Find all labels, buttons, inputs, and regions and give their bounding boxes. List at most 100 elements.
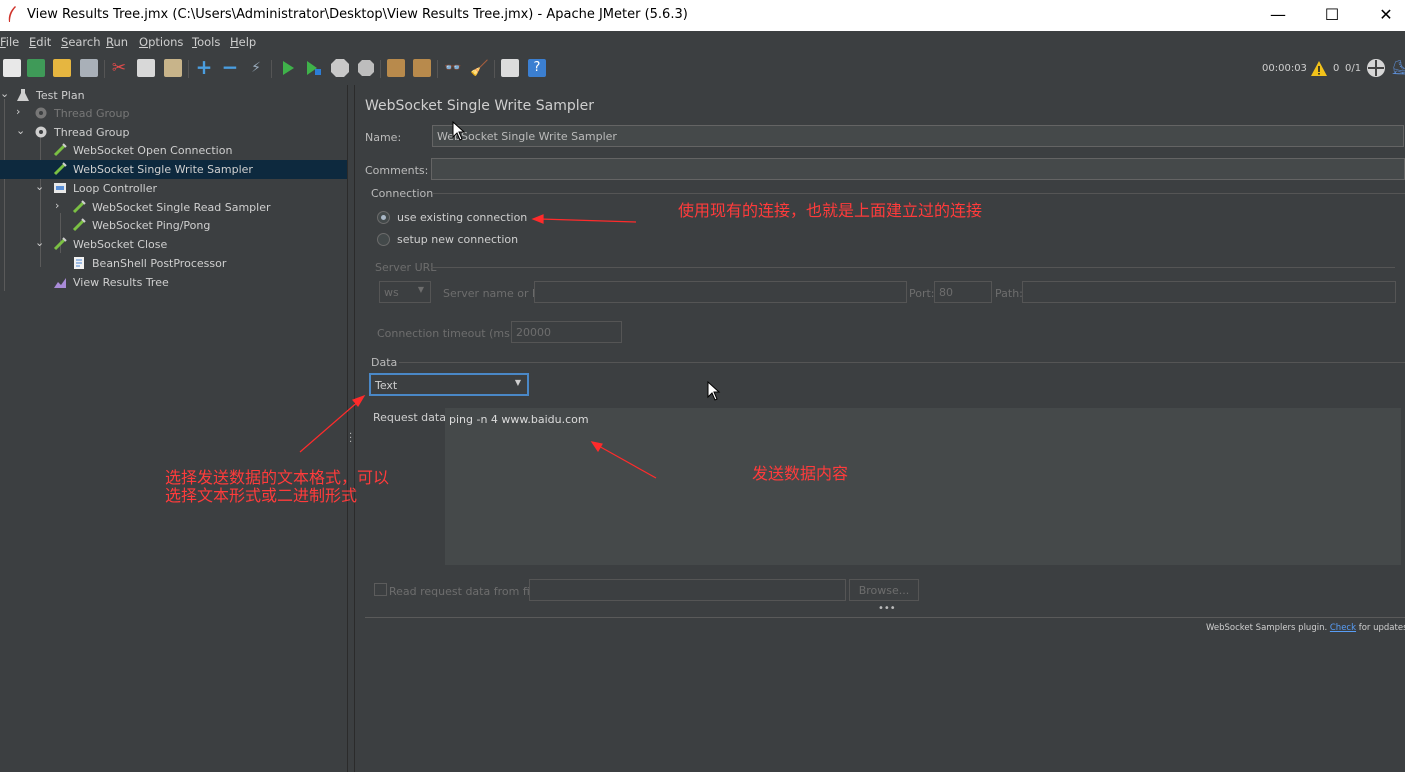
mouse-cursor-icon <box>707 381 721 401</box>
collapse-icon[interactable]: − <box>221 57 239 77</box>
tree-item-test-plan[interactable]: ⌄ Test Plan <box>0 86 347 105</box>
gear-icon <box>35 107 47 119</box>
window-title: View Results Tree.jmx (C:\Users\Administ… <box>27 7 688 22</box>
browse-button: Browse... <box>849 579 919 601</box>
sampler-panel: WebSocket Single Write Sampler Name: Web… <box>356 85 1405 772</box>
read-from-file-checkbox <box>374 583 387 596</box>
menu-help[interactable]: Help <box>230 35 256 49</box>
menu-search[interactable]: Search <box>61 35 101 49</box>
protocol-select: ws ▼ <box>379 281 431 303</box>
check-updates-link[interactable]: Check <box>1330 623 1356 633</box>
path-label: Path: <box>995 287 1023 300</box>
test-plan-icon <box>17 89 29 101</box>
pipette-icon <box>72 218 86 232</box>
jmeter-feather-icon <box>8 6 16 22</box>
tree-item-thread-group-disabled[interactable]: › Thread Group <box>0 104 347 123</box>
annotation-format-note-line1: 选择发送数据的文本格式，可以 <box>165 468 390 487</box>
templates-icon[interactable] <box>27 59 45 77</box>
menu-options[interactable]: Options <box>139 35 183 49</box>
server-url-label: Server URL <box>375 261 437 274</box>
thread-count: 0/1 <box>1345 63 1362 74</box>
pipette-icon <box>53 143 67 157</box>
server-name-label: Server name or IP: <box>443 287 546 300</box>
tree-item-view-results-tree[interactable]: View Results Tree <box>0 273 347 292</box>
gear-icon <box>35 126 47 138</box>
tree-item-loop-controller[interactable]: ⌄ Loop Controller <box>0 179 347 198</box>
tree-item-thread-group[interactable]: ⌄ Thread Group <box>0 123 347 142</box>
start-icon[interactable] <box>279 59 297 77</box>
data-type-select[interactable]: Text ▼ <box>369 373 529 396</box>
annotation-connection-note: 使用现有的连接，也就是上面建立过的连接 <box>678 201 983 220</box>
port-field: 80 <box>934 281 992 303</box>
controller-icon <box>54 183 66 193</box>
function-helper-icon[interactable] <box>501 59 519 77</box>
maximize-button[interactable]: ☐ <box>1309 0 1355 31</box>
stop-icon[interactable] <box>330 58 350 78</box>
server-name-field <box>534 281 907 303</box>
toolbar: ✂ + − ⚡ 👓 🧹 ? 00:00:03 0 0/1 ⛸ <box>0 53 1405 85</box>
script-icon <box>74 257 84 269</box>
menu-tools[interactable]: Tools <box>192 35 220 49</box>
comments-field[interactable] <box>431 158 1405 180</box>
mouse-cursor-icon <box>452 121 466 141</box>
cut-icon[interactable]: ✂ <box>110 59 128 77</box>
use-existing-connection-radio[interactable] <box>377 211 390 224</box>
file-path-field <box>529 579 846 601</box>
pipette-icon <box>72 200 86 214</box>
menu-run[interactable]: Run <box>106 35 128 49</box>
plugin-footer: WebSocket Samplers plugin. Check for upd… <box>1206 623 1405 633</box>
shutdown-icon[interactable] <box>357 59 375 77</box>
copy-icon[interactable] <box>137 59 155 77</box>
comments-label: Comments: <box>365 164 429 177</box>
connection-timeout-field: 20000 <box>511 321 622 343</box>
chevron-down-icon: ▼ <box>514 378 521 387</box>
pipette-icon <box>53 162 67 176</box>
clear-all-icon[interactable] <box>413 59 431 77</box>
clear-icon[interactable] <box>387 59 405 77</box>
warning-count: 0 <box>1333 63 1340 74</box>
data-section-label: Data <box>371 356 398 369</box>
chart-icon <box>54 278 66 288</box>
tree-item-websocket-single-read-sampler[interactable]: › WebSocket Single Read Sampler <box>0 198 347 217</box>
warning-icon[interactable] <box>1310 60 1328 77</box>
panel-title: WebSocket Single Write Sampler <box>365 98 594 114</box>
menu-file[interactable]: File <box>0 35 19 49</box>
setup-new-connection-radio[interactable] <box>377 233 390 246</box>
splitter[interactable]: · · · <box>347 85 355 772</box>
new-icon[interactable] <box>3 59 21 77</box>
search-icon[interactable]: 👓 <box>444 59 462 77</box>
start-no-pause-icon[interactable] <box>304 59 322 77</box>
open-icon[interactable] <box>53 59 71 77</box>
test-plan-tree: ⌄ Test Plan › Thread Group ⌄ Thread Grou… <box>0 85 347 772</box>
name-field[interactable]: WebSocket Single Write Sampler <box>432 125 1404 147</box>
tree-item-websocket-ping-pong[interactable]: WebSocket Ping/Pong <box>0 216 347 235</box>
pipette-icon <box>53 237 67 251</box>
use-existing-connection-label[interactable]: use existing connection <box>397 211 527 224</box>
minimize-button[interactable]: — <box>1255 0 1301 31</box>
request-data-textarea[interactable]: ping -n 4 www.baidu.com <box>445 408 1401 565</box>
expand-icon[interactable]: + <box>195 57 213 77</box>
resize-handle[interactable]: ••• <box>878 604 896 614</box>
menu-bar: File Edit Search Run Options Tools Help <box>0 31 1405 53</box>
connection-section-label: Connection <box>371 187 434 200</box>
save-icon[interactable] <box>80 59 98 77</box>
paste-icon[interactable] <box>164 59 182 77</box>
name-label: Name: <box>365 131 402 144</box>
tree-item-beanshell-postprocessor[interactable]: BeanShell PostProcessor <box>0 254 347 273</box>
port-label: Port: <box>909 287 935 300</box>
remote-icon[interactable] <box>1366 58 1386 78</box>
menu-edit[interactable]: Edit <box>29 35 51 49</box>
tree-item-websocket-open-connection[interactable]: WebSocket Open Connection <box>0 141 347 160</box>
reset-search-icon[interactable]: 🧹 <box>470 59 489 77</box>
help-icon[interactable]: ? <box>528 59 546 77</box>
setup-new-connection-label[interactable]: setup new connection <box>397 233 518 246</box>
annotation-format-note-line2: 选择文本形式或二进制形式 <box>165 486 358 505</box>
path-field <box>1022 281 1396 303</box>
read-from-file-label: Read request data from file: <box>389 585 544 598</box>
request-data-label: Request data: <box>373 411 450 424</box>
toggle-icon[interactable]: ⚡ <box>247 59 265 77</box>
log-viewer-icon[interactable]: ⛸ <box>1391 60 1405 78</box>
tree-item-websocket-single-write-sampler[interactable]: WebSocket Single Write Sampler <box>0 160 347 179</box>
tree-item-websocket-close[interactable]: ⌄ WebSocket Close <box>0 235 347 254</box>
close-button[interactable]: ✕ <box>1363 0 1405 31</box>
